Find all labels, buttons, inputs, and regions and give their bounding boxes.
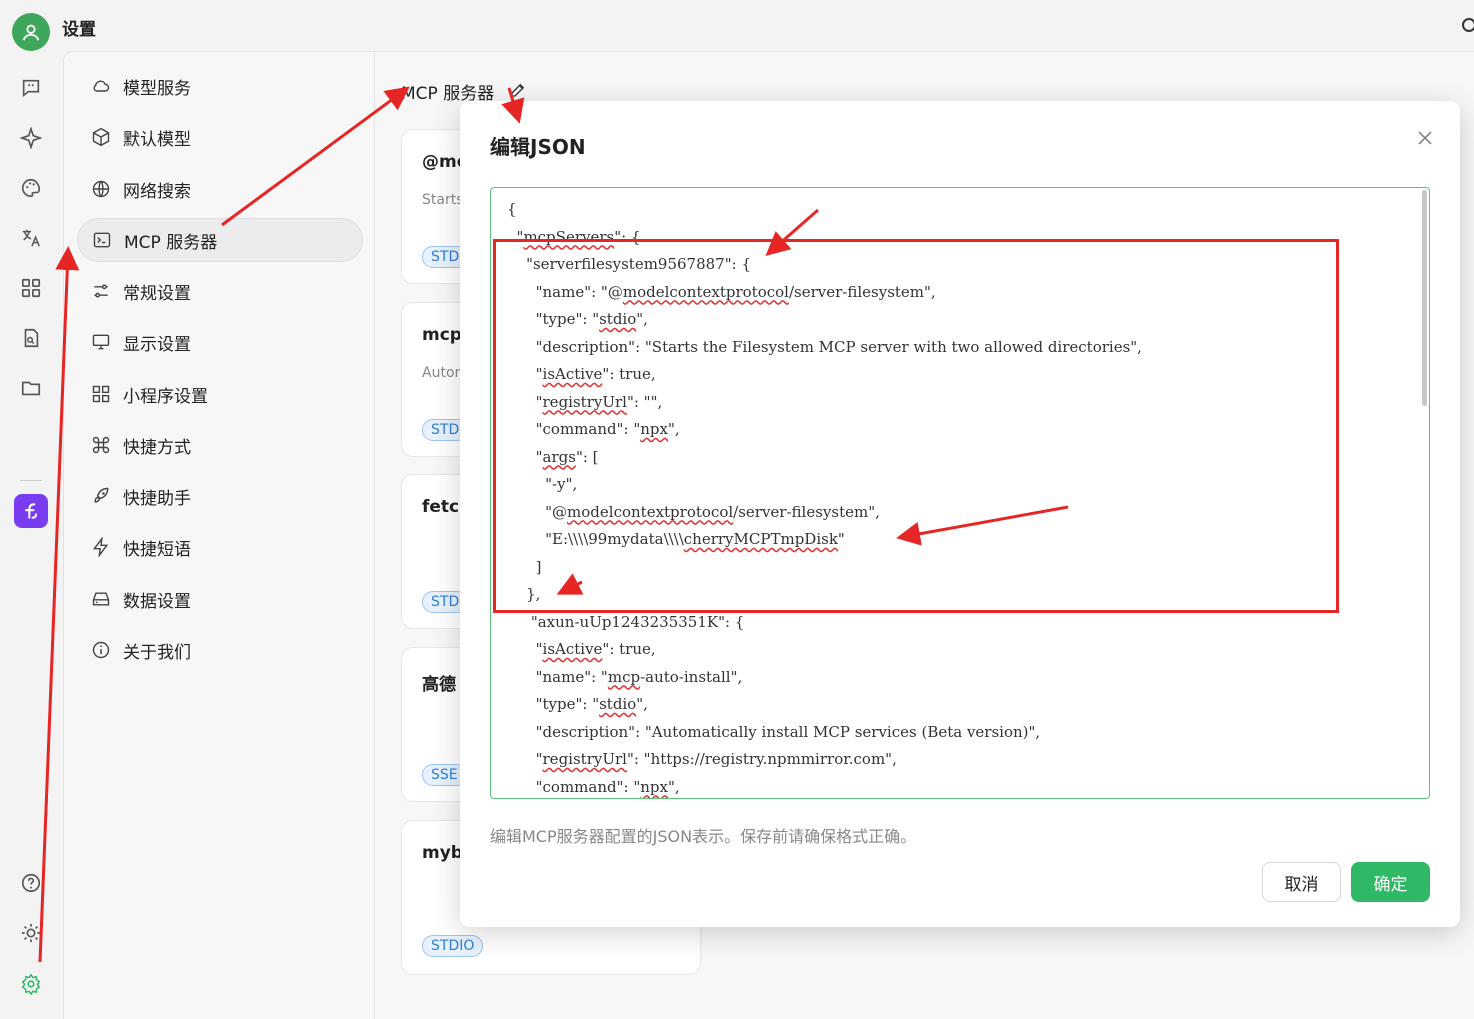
edit-icon[interactable] (509, 81, 527, 99)
menu-item-label: MCP 服务器 (124, 232, 218, 253)
icon-rail (0, 60, 62, 1019)
menu-item-shortcuts[interactable]: 快捷方式 (77, 423, 363, 467)
menu-item-label: 数据设置 (123, 591, 191, 612)
cancel-button[interactable]: 取消 (1262, 862, 1341, 902)
rail-divider (20, 480, 42, 481)
terminal-icon (92, 230, 112, 250)
zap-icon (91, 537, 111, 557)
monitor-icon (91, 332, 111, 352)
cube-icon (91, 127, 111, 147)
menu-item-label: 模型服务 (123, 78, 191, 99)
server-name: myb (422, 843, 463, 863)
server-description: Autor (422, 365, 461, 381)
server-name: fetcl (422, 497, 465, 517)
search-icon[interactable] (1462, 18, 1474, 32)
menu-item-mcp-servers[interactable]: MCP 服务器 (77, 218, 363, 262)
menu-item-model-service[interactable]: 模型服务 (77, 64, 363, 108)
user-icon (22, 24, 40, 41)
menu-item-label: 关于我们 (123, 642, 191, 663)
menu-item-label: 默认模型 (123, 129, 191, 150)
editor-scrollbar-thumb[interactable] (1422, 190, 1427, 406)
cloud-icon (91, 76, 111, 96)
menu-item-label: 快捷助手 (123, 488, 191, 509)
settings-menu: 模型服务 默认模型 网络搜索 MCP 服务器 常规设置 显示设置 小程序设置 快… (63, 51, 375, 1019)
menu-item-label: 常规设置 (123, 283, 191, 304)
command-icon (91, 435, 111, 455)
grid-icon (91, 384, 111, 404)
menu-item-web-search[interactable]: 网络搜索 (77, 167, 363, 211)
palette-icon[interactable] (19, 176, 43, 200)
menu-item-quick-assistant[interactable]: 快捷助手 (77, 474, 363, 518)
menu-item-data-settings[interactable]: 数据设置 (77, 577, 363, 621)
folder-icon[interactable] (19, 376, 43, 400)
menu-item-label: 快捷短语 (123, 539, 191, 560)
document-search-icon[interactable] (19, 326, 43, 350)
menu-item-default-model[interactable]: 默认模型 (77, 115, 363, 159)
server-name: 高德 (422, 675, 456, 695)
rocket-icon (91, 486, 111, 506)
theme-icon[interactable] (19, 921, 43, 945)
chat-icon[interactable] (19, 76, 43, 100)
help-icon[interactable] (19, 871, 43, 895)
hard-drive-icon (91, 589, 111, 609)
confirm-button[interactable]: 确定 (1351, 862, 1430, 902)
globe-icon (91, 179, 111, 199)
grid-icon[interactable] (19, 276, 43, 300)
editor-scrollbar[interactable] (1419, 188, 1429, 798)
dialog-title: 编辑JSON (490, 135, 586, 159)
info-icon (91, 640, 111, 660)
settings-icon[interactable] (19, 972, 43, 996)
menu-item-miniapp-settings[interactable]: 小程序设置 (77, 372, 363, 416)
server-description: Starts (422, 192, 464, 208)
menu-item-general-settings[interactable]: 常规设置 (77, 269, 363, 313)
menu-item-about[interactable]: 关于我们 (77, 628, 363, 672)
top-bar: 设置 (0, 0, 1474, 51)
sparkle-icon[interactable] (19, 126, 43, 150)
menu-item-label: 网络搜索 (123, 181, 191, 202)
close-icon[interactable] (1416, 129, 1434, 147)
app-logo-icon[interactable] (14, 494, 48, 528)
app-title: 设置 (62, 20, 96, 40)
annotation-highlight-box (493, 239, 1339, 613)
menu-item-display-settings[interactable]: 显示设置 (77, 320, 363, 364)
sliders-icon (91, 281, 111, 301)
menu-item-label: 快捷方式 (123, 437, 191, 458)
server-type-badge: STDIO (422, 935, 484, 957)
user-avatar[interactable] (12, 13, 50, 51)
menu-item-quick-phrases[interactable]: 快捷短语 (77, 525, 363, 569)
helper-text: 编辑MCP服务器配置的JSON表示。保存前请确保格式正确。 (490, 827, 917, 846)
translate-icon[interactable] (19, 226, 43, 250)
menu-item-label: 显示设置 (123, 334, 191, 355)
menu-item-label: 小程序设置 (123, 386, 208, 407)
